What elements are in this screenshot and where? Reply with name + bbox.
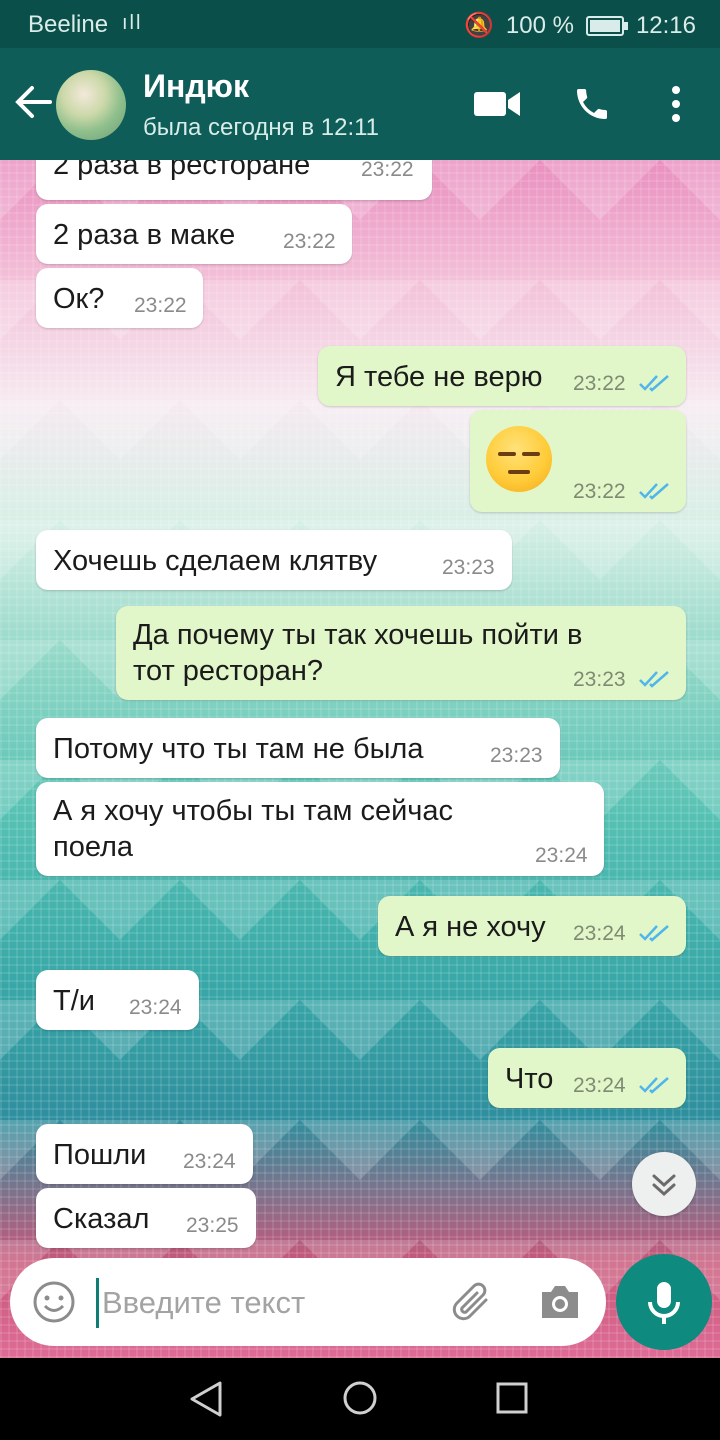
message-incoming[interactable]: А я хочу чтобы ты там сейчас поела 23:24 [36, 782, 604, 876]
avatar[interactable] [56, 70, 126, 140]
message-text: Ок? [53, 283, 105, 315]
message-incoming[interactable]: Т/и 23:24 [36, 970, 199, 1030]
message-outgoing[interactable]: Да почему ты так хочешь пойти в тот рест… [116, 606, 686, 700]
message-incoming[interactable]: Пошли 23:24 [36, 1124, 253, 1184]
message-text: А я не хочу [395, 911, 546, 943]
message-text-line1: А я хочу чтобы ты там сейчас [53, 795, 454, 827]
message-text: 2 раза в ресторане [53, 160, 311, 181]
message-incoming[interactable]: 2 раза в ресторане 23:22 [36, 160, 432, 200]
video-camera-icon[interactable] [474, 88, 522, 120]
message-time: 23:24 [535, 844, 588, 867]
message-text: Сказал [53, 1203, 150, 1235]
message-time: 23:22 [573, 372, 626, 395]
chat-screen: Beeline ıll 🔕 100 % 12:16 Индюк была сег… [0, 0, 720, 1440]
battery-icon [585, 15, 628, 36]
double-check-icon [639, 375, 669, 392]
more-vertical-icon[interactable] [664, 84, 688, 124]
carrier-name: Beeline [28, 11, 109, 38]
double-check-icon [639, 483, 669, 500]
last-seen-status: была сегодня в 12:11 [143, 114, 380, 141]
paperclip-icon[interactable] [450, 1282, 496, 1324]
nav-recent-apps-icon[interactable] [496, 1382, 528, 1414]
message-time: 23:23 [573, 668, 626, 691]
message-text-line2: поела [53, 831, 134, 863]
microphone-icon[interactable] [616, 1254, 712, 1350]
message-text: Потому что ты там не была [53, 733, 424, 765]
smiley-icon[interactable] [32, 1280, 76, 1324]
chat-header: Индюк была сегодня в 12:11 [0, 48, 720, 160]
message-time: 23:23 [490, 744, 543, 767]
message-time: 23:22 [361, 160, 414, 181]
clock: 12:16 [635, 11, 696, 39]
expressionless-face-icon [486, 426, 552, 492]
double-check-icon [639, 925, 669, 942]
message-time: 23:24 [573, 1074, 626, 1097]
mute-icon: 🔕 [463, 12, 494, 39]
message-incoming[interactable]: 2 раза в маке 23:22 [36, 204, 352, 264]
message-text: 2 раза в маке [53, 219, 236, 251]
message-text: Хочешь сделаем клятву [53, 545, 378, 577]
message-incoming[interactable]: Ок? 23:22 [36, 268, 203, 328]
message-incoming[interactable]: Сказал 23:25 [36, 1188, 256, 1248]
message-time: 23:24 [183, 1150, 236, 1173]
message-time: 23:22 [134, 294, 187, 317]
system-nav-bar [0, 1358, 720, 1440]
message-list[interactable]: 2 раза в ресторане 23:22 2 раза в маке 2… [0, 160, 720, 1358]
message-time: 23:22 [573, 480, 626, 503]
status-bar: Beeline ıll 🔕 100 % 12:16 [0, 0, 720, 48]
nav-back-icon[interactable] [188, 1380, 224, 1418]
phone-icon[interactable] [572, 84, 612, 124]
double-chevron-down-icon[interactable] [632, 1152, 696, 1216]
message-outgoing[interactable]: А я не хочу 23:24 [378, 896, 686, 956]
double-check-icon [639, 1077, 669, 1094]
message-time: 23:25 [186, 1214, 239, 1237]
battery-percent: 100 % [505, 11, 574, 39]
status-right: 🔕 100 % 12:16 [464, 11, 696, 40]
contact-name[interactable]: Индюк [143, 68, 249, 105]
message-time: 23:24 [573, 922, 626, 945]
nav-home-icon[interactable] [342, 1380, 378, 1416]
message-composer [10, 1258, 606, 1346]
message-text-line1: Да почему ты так хочешь пойти в [133, 619, 583, 651]
message-input[interactable] [96, 1278, 434, 1328]
message-outgoing-emoji[interactable]: 23:22 [470, 410, 686, 512]
camera-icon[interactable] [538, 1282, 582, 1322]
arrow-left-icon[interactable] [14, 80, 54, 124]
message-text: Что [505, 1063, 554, 1095]
message-text: Т/и [53, 985, 95, 1017]
message-text: Пошли [53, 1139, 147, 1171]
message-outgoing[interactable]: Что 23:24 [488, 1048, 686, 1108]
double-check-icon [639, 671, 669, 688]
signal-icon: ıll [122, 12, 143, 34]
message-text-line2: тот ресторан? [133, 655, 324, 687]
message-incoming[interactable]: Потому что ты там не была 23:23 [36, 718, 560, 778]
message-time: 23:24 [129, 996, 182, 1019]
message-text: Я тебе не верю [335, 361, 543, 393]
message-time: 23:22 [283, 230, 336, 253]
message-time: 23:23 [442, 556, 495, 579]
message-outgoing[interactable]: Я тебе не верю 23:22 [318, 346, 686, 406]
message-incoming[interactable]: Хочешь сделаем клятву 23:23 [36, 530, 512, 590]
